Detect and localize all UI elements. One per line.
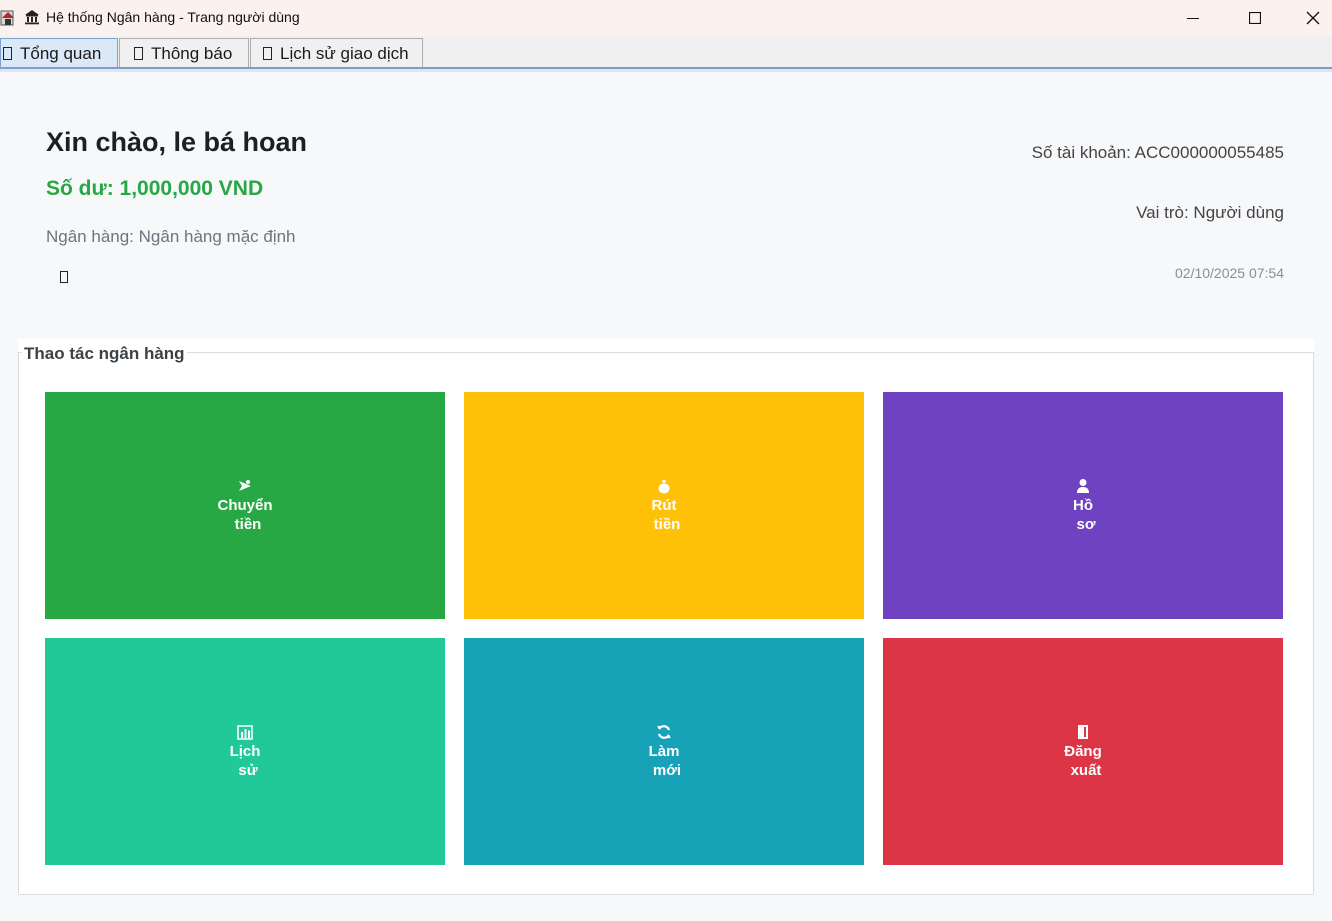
missing-glyph-icon	[3, 47, 12, 60]
withdraw-button[interactable]: Rút tiền	[464, 392, 864, 619]
greeting-heading: Xin chào, le bá hoan	[46, 127, 308, 157]
logout-label-line2: xuất	[1070, 761, 1102, 779]
withdraw-label-line1: Rút	[651, 496, 677, 514]
window-title: Hệ thống Ngân hàng - Trang người dùng	[46, 9, 300, 25]
transfer-label-line1: Chuyển	[217, 496, 273, 514]
profile-button[interactable]: Hồ sơ	[883, 392, 1283, 619]
close-button[interactable]	[1290, 0, 1332, 36]
tab-label: Thông báo	[151, 43, 233, 63]
send-money-icon	[239, 479, 251, 491]
tab-label: Lịch sử giao dịch	[280, 43, 409, 63]
logout-label-line1: Đăng	[1064, 742, 1102, 760]
panel-title: Thao tác ngân hàng	[22, 344, 187, 364]
money-bag-icon	[658, 479, 670, 493]
profile-label-line1: Hồ	[1073, 496, 1093, 514]
maximize-icon	[1249, 12, 1261, 24]
role-label: Vai trò: Người dùng	[1136, 203, 1284, 222]
tab-transaction-history[interactable]: Lịch sử giao dịch	[250, 38, 423, 68]
account-number-label: Số tài khoản: ACC000000055485	[1031, 143, 1284, 162]
minimize-icon	[1187, 18, 1199, 19]
app-icon	[0, 10, 14, 26]
transfer-label-line2: tiền	[234, 515, 262, 533]
missing-glyph-icon	[60, 271, 68, 283]
missing-glyph-icon	[263, 47, 272, 60]
bank-icon	[25, 10, 39, 25]
tab-overview[interactable]: Tổng quan	[0, 38, 118, 68]
refresh-icon	[657, 724, 671, 739]
history-label-line2: sử	[238, 761, 258, 779]
close-icon	[1306, 11, 1320, 25]
maximize-button[interactable]	[1232, 0, 1278, 36]
profile-label-line2: sơ	[1076, 515, 1096, 533]
balance-label: Số dư: 1,000,000 VND	[46, 177, 264, 200]
door-icon	[1078, 724, 1088, 739]
history-label-line1: Lịch	[229, 742, 261, 760]
bar-chart-icon	[237, 724, 253, 740]
refresh-label-line2: mới	[652, 761, 682, 779]
refresh-label-line1: Làm	[648, 742, 680, 760]
user-icon	[1077, 478, 1089, 493]
tab-notifications[interactable]: Thông báo	[119, 38, 249, 68]
withdraw-label-line2: tiền	[653, 515, 681, 533]
transfer-button[interactable]: Chuyển tiền	[45, 392, 445, 619]
bank-label: Ngân hàng: Ngân hàng mặc định	[46, 227, 296, 246]
refresh-button[interactable]: Làm mới	[464, 638, 864, 865]
tab-label: Tổng quan	[20, 43, 102, 63]
logout-button[interactable]: Đăng xuất	[883, 638, 1283, 865]
minimize-button[interactable]	[1170, 0, 1216, 36]
missing-glyph-icon	[134, 47, 143, 60]
datetime-label: 02/10/2025 07:54	[1175, 265, 1284, 281]
tab-divider-shadow	[0, 69, 1332, 72]
history-button[interactable]: Lịch sử	[45, 638, 445, 865]
